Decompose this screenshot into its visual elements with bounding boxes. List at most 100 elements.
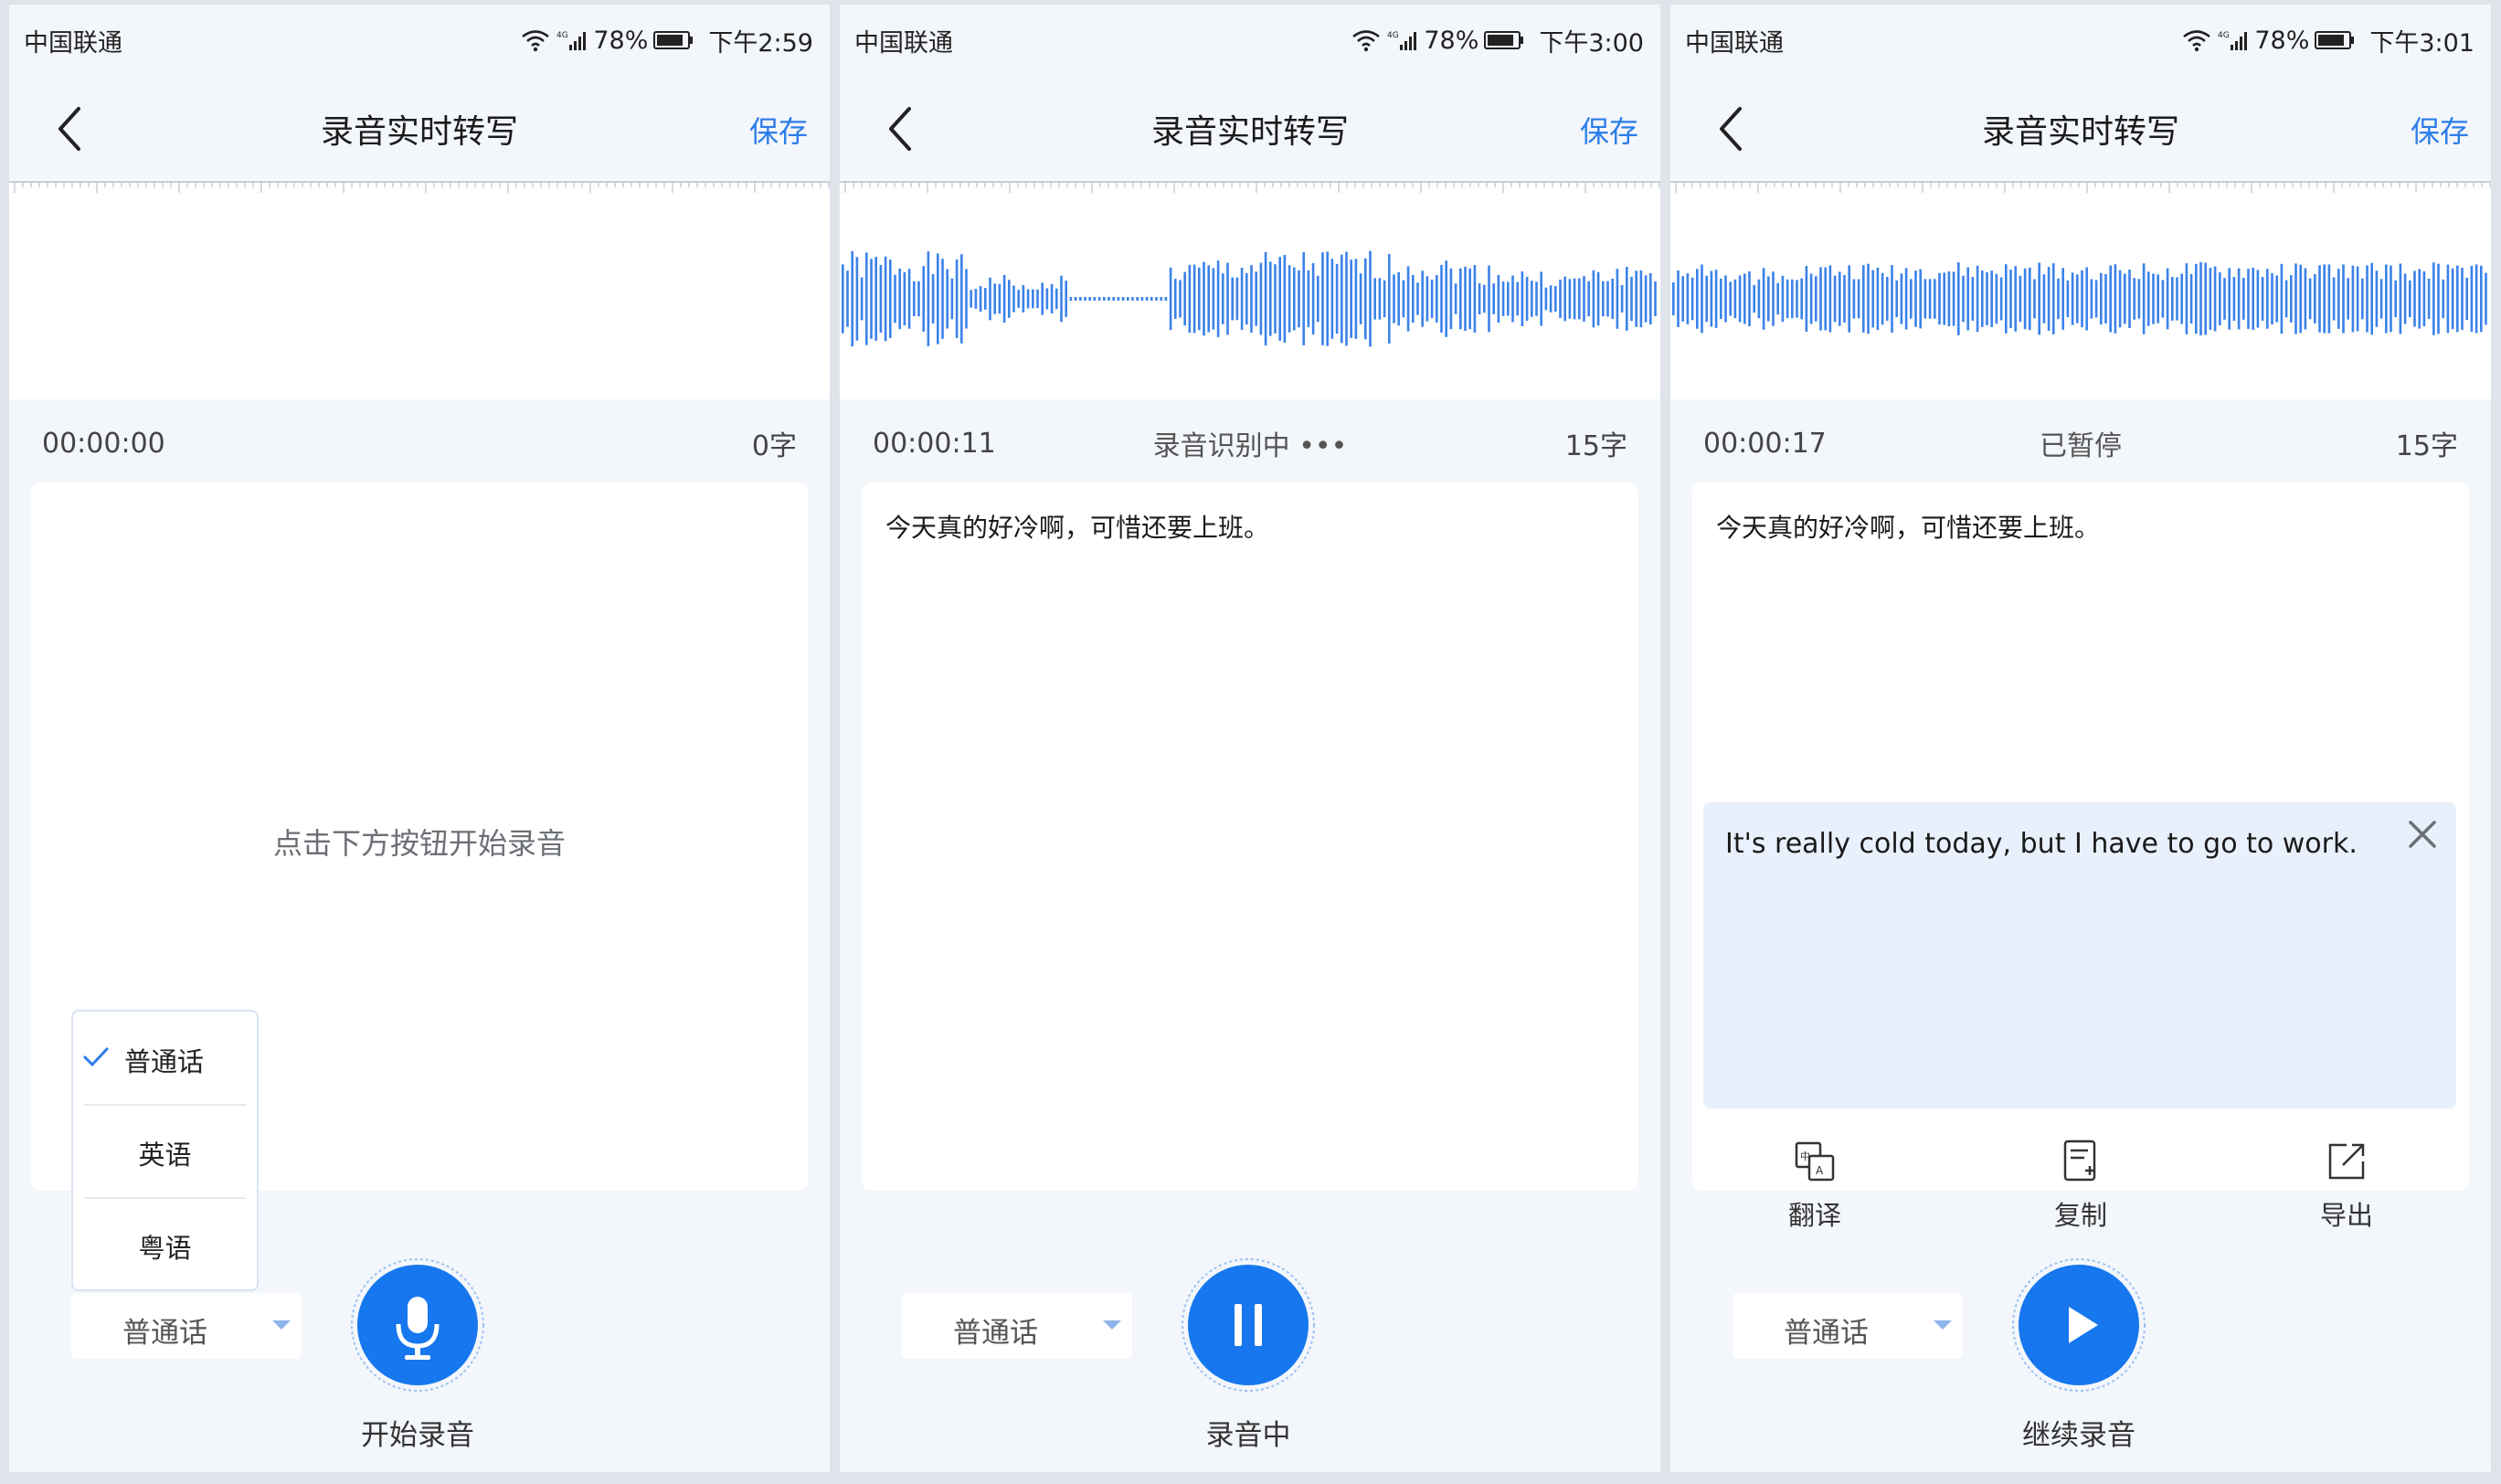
waveform-bar <box>1578 278 1581 320</box>
waveform-bar <box>1369 250 1372 347</box>
waveform-bar <box>1914 270 1917 327</box>
waveform-bar <box>1696 269 1699 329</box>
signal-4g-icon: 4G <box>1387 31 1417 50</box>
waveform-bar <box>2418 269 2421 329</box>
waveform-bar <box>1819 267 1822 331</box>
waveform-bar <box>865 252 868 345</box>
waveform-bar <box>1786 279 1789 319</box>
waveform-bar <box>1274 264 1277 334</box>
waveform-bar <box>2185 263 2188 334</box>
recording-status: 已暂停 <box>2039 430 2122 462</box>
copy-button[interactable]: 复制 <box>2017 1138 2145 1233</box>
waveform-bar <box>1402 280 1405 318</box>
action-label: 导出 <box>2319 1200 2373 1231</box>
waveform-bar <box>2161 280 2165 318</box>
save-button[interactable]: 保存 <box>749 109 808 151</box>
waveform-bar <box>1454 283 1457 314</box>
waveform-bar <box>979 286 982 312</box>
language-select[interactable]: 普通话 <box>71 1293 302 1359</box>
record-button-label: 录音中 <box>1205 1419 1291 1452</box>
menu-item-english[interactable]: 英语 <box>73 1105 257 1196</box>
waveform-bar <box>2195 263 2198 334</box>
waveform-bar <box>1255 271 1257 326</box>
menu-item-mandarin[interactable]: 普通话 <box>73 1012 257 1103</box>
waveform-bar <box>1592 270 1595 328</box>
waveform-bar <box>2266 269 2269 329</box>
waveform-bar <box>1616 269 1619 329</box>
waveform-bar <box>1540 271 1542 326</box>
language-value: 普通话 <box>1784 1317 1869 1350</box>
waveform-bar <box>1084 297 1086 301</box>
waveform-bar <box>2342 264 2345 334</box>
status-bar: 中国联通 4G 78% 下午3:01 <box>1670 5 2491 76</box>
status-bar: 中国联通 4G 78% 下午3:00 <box>840 5 1660 76</box>
waveform-bar <box>1602 281 1605 317</box>
waveform-bar <box>1563 276 1566 322</box>
waveform-bar <box>2176 277 2178 321</box>
resume-record-button[interactable] <box>2010 1256 2147 1394</box>
waveform-bar <box>1947 271 1951 326</box>
waveform-bar <box>2033 279 2036 319</box>
waveform-bar <box>1871 270 1874 328</box>
waveform-bar <box>2480 265 2483 333</box>
waveform-bar <box>1791 279 1794 319</box>
waveform-area <box>1670 180 2491 399</box>
waveform-bar <box>2351 265 2355 333</box>
waveform-bar <box>2366 265 2369 333</box>
action-label: 复制 <box>2053 1200 2107 1231</box>
export-button[interactable]: 导出 <box>2283 1138 2411 1233</box>
mic-icon <box>351 1258 484 1392</box>
waveform-bar <box>2475 264 2478 334</box>
language-select[interactable]: 普通话 <box>1733 1293 1963 1359</box>
waveform-bar <box>842 264 844 334</box>
waveform-bar <box>1999 277 2003 321</box>
audio-waveform <box>842 250 1657 347</box>
waveform-bar <box>2379 279 2383 319</box>
waveform-bar <box>1036 289 1039 309</box>
translation-panel: It's really cold today, but I have to go… <box>1703 802 2456 1108</box>
waveform-bar <box>1886 276 1889 322</box>
record-button-label: 开始录音 <box>361 1419 474 1452</box>
pause-icon <box>1182 1258 1315 1392</box>
close-icon[interactable] <box>2403 815 2442 853</box>
waveform-bar <box>1330 259 1334 339</box>
waveform-bar <box>1923 279 1927 319</box>
pause-record-button[interactable] <box>1180 1256 1317 1394</box>
save-button[interactable]: 保存 <box>2411 109 2469 151</box>
signal-4g-icon: 4G <box>556 31 587 50</box>
waveform-bar <box>2118 270 2122 328</box>
language-select[interactable]: 普通话 <box>902 1293 1132 1359</box>
waveform-bar <box>1430 279 1434 319</box>
waveform-bar <box>1824 267 1827 331</box>
waveform-bar <box>2137 279 2141 319</box>
waveform-bar <box>1544 287 1548 311</box>
waveform-bar <box>1468 268 1471 330</box>
translate-button[interactable]: 中A 翻译 <box>1751 1138 1879 1233</box>
menu-item-label: 英语 <box>138 1140 192 1171</box>
save-button[interactable]: 保存 <box>1580 109 1638 151</box>
waveform-bar <box>946 269 948 329</box>
waveform-bar <box>1188 264 1192 334</box>
waveform-bar <box>1378 278 1382 320</box>
waveform-bar <box>2318 265 2321 333</box>
waveform-bar <box>1507 281 1510 316</box>
page-title: 录音实时转写 <box>1981 113 2179 151</box>
waveform-bar <box>1050 283 1054 314</box>
waveform-bar <box>1416 282 1419 315</box>
waveform-bar <box>2252 268 2254 330</box>
menu-item-cantonese[interactable]: 粤语 <box>73 1198 257 1289</box>
carrier-name: 中国联通 <box>854 28 953 58</box>
start-record-button[interactable] <box>349 1256 486 1394</box>
waveform-bar <box>1216 260 1220 337</box>
waveform-bar <box>1079 297 1082 301</box>
waveform-bar <box>1293 267 1296 331</box>
translate-icon: 中A <box>1795 1141 1835 1182</box>
waveform-bar <box>1876 267 1880 331</box>
char-count: 0字 <box>751 430 797 462</box>
waveform-bar <box>851 250 853 347</box>
waveform-bar <box>1174 279 1177 319</box>
waveform-bar <box>2209 268 2212 330</box>
nav-header: 录音实时转写 保存 <box>9 78 830 178</box>
waveform-bar <box>1904 268 1908 330</box>
waveform-bar <box>2061 268 2064 330</box>
